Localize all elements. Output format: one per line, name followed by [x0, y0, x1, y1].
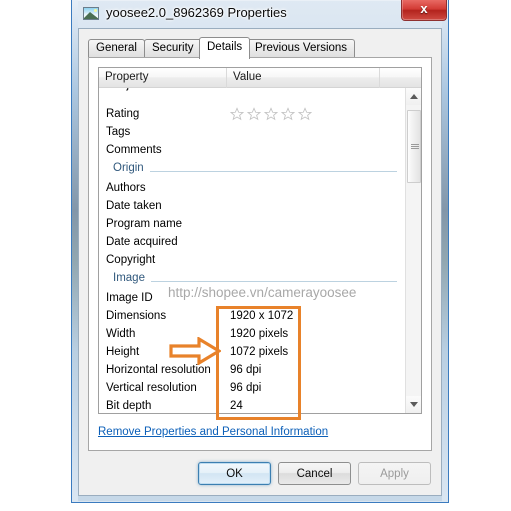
property-value: 1920 pixels: [230, 328, 289, 340]
table-row[interactable]: Comments: [99, 142, 405, 160]
table-row[interactable]: Bit depth 24: [99, 398, 405, 413]
group-label: Origin: [113, 162, 150, 174]
window-right-gloss: [442, 0, 448, 502]
tab-security[interactable]: Security: [144, 39, 202, 58]
column-header-filler: [380, 68, 404, 88]
star-icon[interactable]: [230, 107, 244, 121]
group-label: Image: [113, 272, 151, 284]
star-icon[interactable]: [247, 107, 261, 121]
star-icon[interactable]: [298, 107, 312, 121]
cancel-button[interactable]: Cancel: [278, 462, 351, 485]
table-row[interactable]: Program name: [99, 216, 405, 234]
table-row[interactable]: Tags: [99, 124, 405, 142]
list-body: Subject Rating Tags Comments Origin Authors Da…: [99, 88, 405, 413]
group-separator-line: [113, 281, 397, 282]
group-header-image: Image: [99, 270, 405, 290]
table-row[interactable]: Subject: [99, 88, 405, 106]
close-button[interactable]: x: [401, 0, 447, 21]
table-row[interactable]: Vertical resolution 96 dpi: [99, 380, 405, 398]
window-title: yoosee2.0_8962369 Properties: [106, 5, 287, 20]
table-row[interactable]: Image ID: [99, 290, 405, 308]
property-value: 24: [230, 400, 243, 412]
property-value: 96 dpi: [230, 364, 262, 376]
details-tab-panel: Property Value Subject Rating Tags Comments…: [88, 57, 432, 451]
list-header: Property Value: [99, 68, 421, 88]
table-row[interactable]: Width 1920 pixels: [99, 326, 405, 344]
tab-general[interactable]: General: [88, 39, 145, 58]
title-bar: yoosee2.0_8962369 Properties x: [72, 0, 448, 28]
scroll-up-button[interactable]: [406, 88, 421, 105]
star-icon[interactable]: [281, 107, 295, 121]
column-header-value[interactable]: Value: [227, 68, 380, 88]
rating-stars[interactable]: [230, 107, 312, 121]
property-name: Vertical resolution: [106, 382, 197, 394]
table-row[interactable]: Dimensions 1920 x 1072: [99, 308, 405, 326]
apply-button: Apply: [358, 462, 431, 485]
property-value: 1072 pixels: [230, 346, 289, 358]
property-name: Comments: [106, 144, 162, 156]
properties-list: Property Value Subject Rating Tags Comments…: [98, 67, 422, 414]
property-name: Rating: [106, 108, 140, 120]
tab-details[interactable]: Details: [199, 37, 251, 59]
property-value: 96 dpi: [230, 382, 262, 394]
screenshot-root: yoosee2.0_8962369 Properties x General S…: [0, 0, 511, 511]
table-row[interactable]: Height 1072 pixels: [99, 344, 405, 362]
property-name: Authors: [106, 182, 146, 194]
group-header-origin: Origin: [99, 160, 405, 180]
property-name: Subject: [106, 88, 144, 91]
image-file-icon: [83, 7, 99, 20]
close-icon: x: [420, 1, 428, 16]
column-header-property[interactable]: Property: [99, 68, 227, 88]
property-name: Image ID: [106, 292, 153, 304]
table-row[interactable]: Date taken: [99, 198, 405, 216]
property-name: Tags: [106, 126, 131, 138]
property-name: Width: [106, 328, 136, 340]
table-row[interactable]: Copyright: [99, 252, 405, 270]
properties-dialog-window: yoosee2.0_8962369 Properties x General S…: [71, 0, 449, 503]
scroll-down-button[interactable]: [406, 396, 421, 413]
table-row[interactable]: Date acquired: [99, 234, 405, 252]
table-row[interactable]: Authors: [99, 180, 405, 198]
property-name: Bit depth: [106, 400, 152, 412]
property-name: Copyright: [106, 254, 156, 266]
remove-properties-link[interactable]: Remove Properties and Personal Informati…: [98, 426, 328, 438]
star-icon[interactable]: [264, 107, 278, 121]
property-name: Horizontal resolution: [106, 364, 211, 376]
tab-previous-versions[interactable]: Previous Versions: [247, 39, 356, 58]
dialog-client-area: General Security Details Previous Versio…: [78, 28, 442, 496]
tab-strip: General Security Details Previous Versio…: [88, 37, 432, 59]
property-name: Date acquired: [106, 236, 178, 248]
property-name: Height: [106, 346, 140, 358]
ok-button[interactable]: OK: [198, 462, 271, 485]
dialog-button-bar: OK Cancel Apply: [198, 462, 431, 486]
property-name: Dimensions: [106, 310, 167, 322]
property-name: Date taken: [106, 200, 162, 212]
vertical-scrollbar[interactable]: [405, 88, 421, 413]
property-value: 1920 x 1072: [230, 310, 294, 322]
group-separator-line: [113, 171, 397, 172]
table-row[interactable]: Rating: [99, 106, 405, 124]
table-row[interactable]: Horizontal resolution 96 dpi: [99, 362, 405, 380]
property-name: Program name: [106, 218, 183, 230]
scrollbar-thumb[interactable]: [407, 110, 421, 183]
